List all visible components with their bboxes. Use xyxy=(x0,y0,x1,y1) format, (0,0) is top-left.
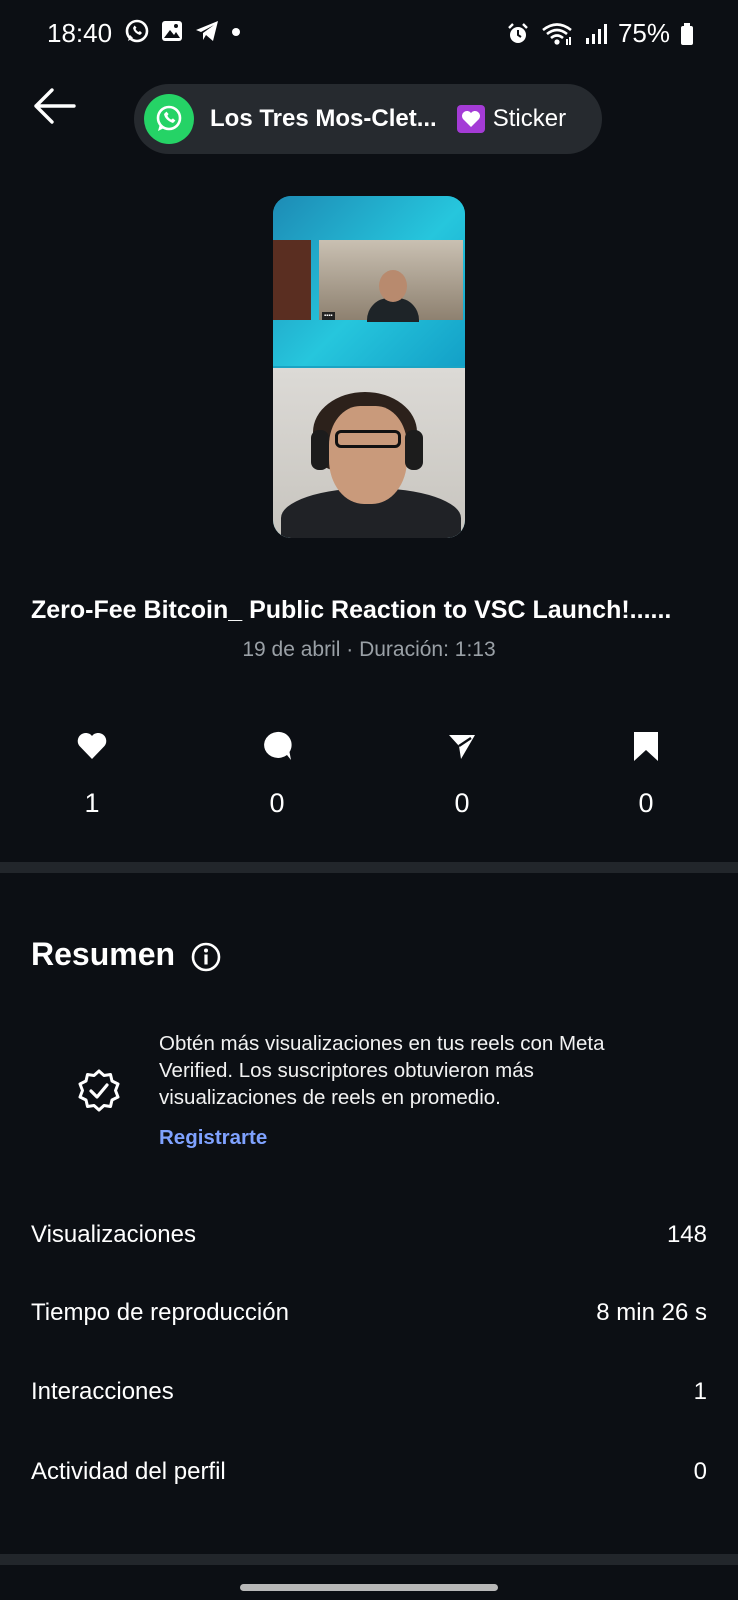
reel-date-duration: 19 de abril · Duración: 1:13 xyxy=(242,638,496,661)
battery-icon xyxy=(681,22,693,45)
verified-badge-icon xyxy=(78,1069,120,1112)
shares-stat: 0 xyxy=(422,730,502,819)
alarm-icon xyxy=(508,22,528,43)
system-status: 75% xyxy=(506,18,694,49)
info-icon[interactable] xyxy=(190,941,222,973)
metric-label: Actividad del perfil xyxy=(31,1458,226,1485)
likes-count: 1 xyxy=(84,788,100,818)
metric-value: 1 xyxy=(693,1378,707,1405)
metric-label: Interacciones xyxy=(31,1378,174,1405)
metric-label: Visualizaciones xyxy=(31,1221,196,1248)
reel-title: Zero-Fee Bitcoin_ Public Reaction to VSC… xyxy=(31,596,672,624)
summary-title: Resumen xyxy=(31,936,176,972)
whatsapp-sticker-pill[interactable]: Los Tres Mos-Clet... Sticker xyxy=(134,84,602,154)
whatsapp-logo-icon xyxy=(144,94,194,144)
status-bar: 18:40 75% xyxy=(0,0,738,66)
bookmark-icon xyxy=(634,732,658,761)
heart-emoji-icon xyxy=(456,105,485,133)
notification-icons xyxy=(124,18,242,44)
dot-icon xyxy=(232,28,240,36)
thumbnail-main-camera xyxy=(273,368,465,538)
saves-count: 0 xyxy=(638,788,654,818)
battery-percentage: 75% xyxy=(617,18,670,48)
metric-label: Tiempo de reproducción xyxy=(31,1299,289,1326)
metric-value: 0 xyxy=(693,1458,707,1485)
signal-icon xyxy=(585,23,607,44)
heart-icon xyxy=(77,732,107,759)
chat-name: Los Tres Mos-Clet... xyxy=(210,105,437,132)
meta-verified-promo-text: Obtén más visualizaciones en tus reels c… xyxy=(159,1032,605,1109)
status-time: 18:40 xyxy=(47,18,113,48)
home-indicator[interactable] xyxy=(240,1584,498,1591)
section-divider xyxy=(0,1554,738,1565)
whatsapp-icon xyxy=(125,19,149,43)
gallery-icon xyxy=(162,21,182,41)
thumbnail-top-panel: ▪▪▪▪ xyxy=(273,196,465,366)
register-link[interactable]: Registrarte xyxy=(159,1126,267,1150)
comment-icon xyxy=(264,731,292,760)
metric-value: 8 min 26 s xyxy=(596,1299,707,1326)
comments-stat: 0 xyxy=(237,730,317,819)
reel-thumbnail[interactable]: ▪▪▪▪ xyxy=(273,196,465,538)
back-arrow-icon[interactable] xyxy=(30,86,78,126)
telegram-icon xyxy=(196,21,218,41)
wifi-icon xyxy=(542,22,572,45)
send-icon xyxy=(449,735,475,759)
comments-count: 0 xyxy=(269,788,285,818)
shares-count: 0 xyxy=(454,788,470,818)
likes-stat: 1 xyxy=(52,730,132,819)
sticker-label: Sticker xyxy=(492,105,567,132)
metric-value: 148 xyxy=(666,1221,707,1248)
saves-stat: 0 xyxy=(606,730,686,819)
thumbnail-small-camera: ▪▪▪▪ xyxy=(319,240,463,322)
section-divider xyxy=(0,862,738,873)
